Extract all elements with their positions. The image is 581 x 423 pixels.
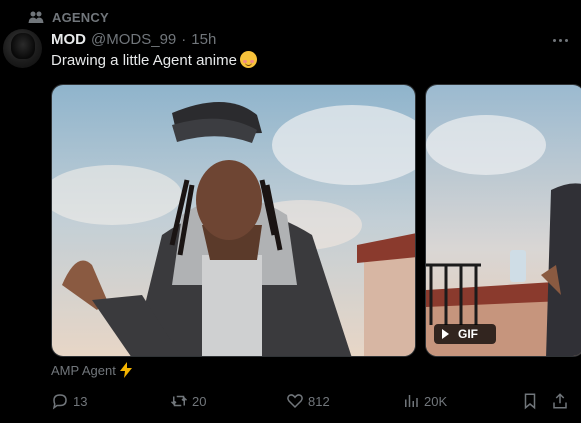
action-bar: 13 20 812 20K (51, 391, 573, 411)
reply-count: 13 (73, 393, 88, 409)
reply-button[interactable]: 13 (51, 391, 87, 411)
blush-emoji-icon (239, 51, 257, 68)
tweet-text-body: Drawing a little Agent anime (51, 52, 237, 69)
more-options-button[interactable] (550, 32, 570, 48)
repost-button[interactable]: 20 (170, 391, 206, 411)
gif-badge[interactable]: GIF (434, 324, 496, 344)
heart-icon (287, 394, 303, 409)
views-button[interactable]: 20K (402, 391, 447, 411)
reply-icon (52, 394, 67, 410)
share-button[interactable] (551, 391, 569, 411)
like-button[interactable]: 812 (286, 391, 330, 411)
media-image[interactable] (51, 84, 416, 357)
caption-text: AMP Agent (51, 362, 116, 378)
anime-character-illustration (52, 85, 415, 356)
tweet-text: Drawing a little Agent anime (51, 51, 257, 71)
lightning-icon (119, 362, 132, 378)
play-icon (442, 329, 449, 339)
like-count: 812 (308, 393, 330, 409)
timestamp[interactable]: 15h (191, 31, 216, 48)
media-gif[interactable] (425, 84, 581, 357)
social-context-label: AGENCY (52, 9, 109, 25)
more-icon (552, 38, 556, 42)
tweet-header: MOD @MODS_99 · 15h (51, 29, 216, 49)
share-icon (553, 393, 567, 409)
repost-count: 20 (192, 393, 207, 409)
separator-dot: · (181, 30, 187, 48)
bookmark-button[interactable] (521, 391, 539, 411)
bookmark-icon (524, 393, 536, 410)
repost-icon (170, 395, 188, 407)
gif-label: GIF (458, 327, 478, 341)
view-count: 20K (424, 393, 448, 409)
author-name[interactable]: MOD (51, 31, 86, 48)
author-handle[interactable]: @MODS_99 (91, 31, 176, 48)
media-caption: AMP Agent (51, 361, 132, 379)
people-icon (28, 11, 44, 23)
views-icon (405, 395, 418, 407)
avatar[interactable] (3, 29, 42, 68)
social-context[interactable]: AGENCY (28, 8, 109, 26)
gif-preview-image (426, 85, 581, 356)
